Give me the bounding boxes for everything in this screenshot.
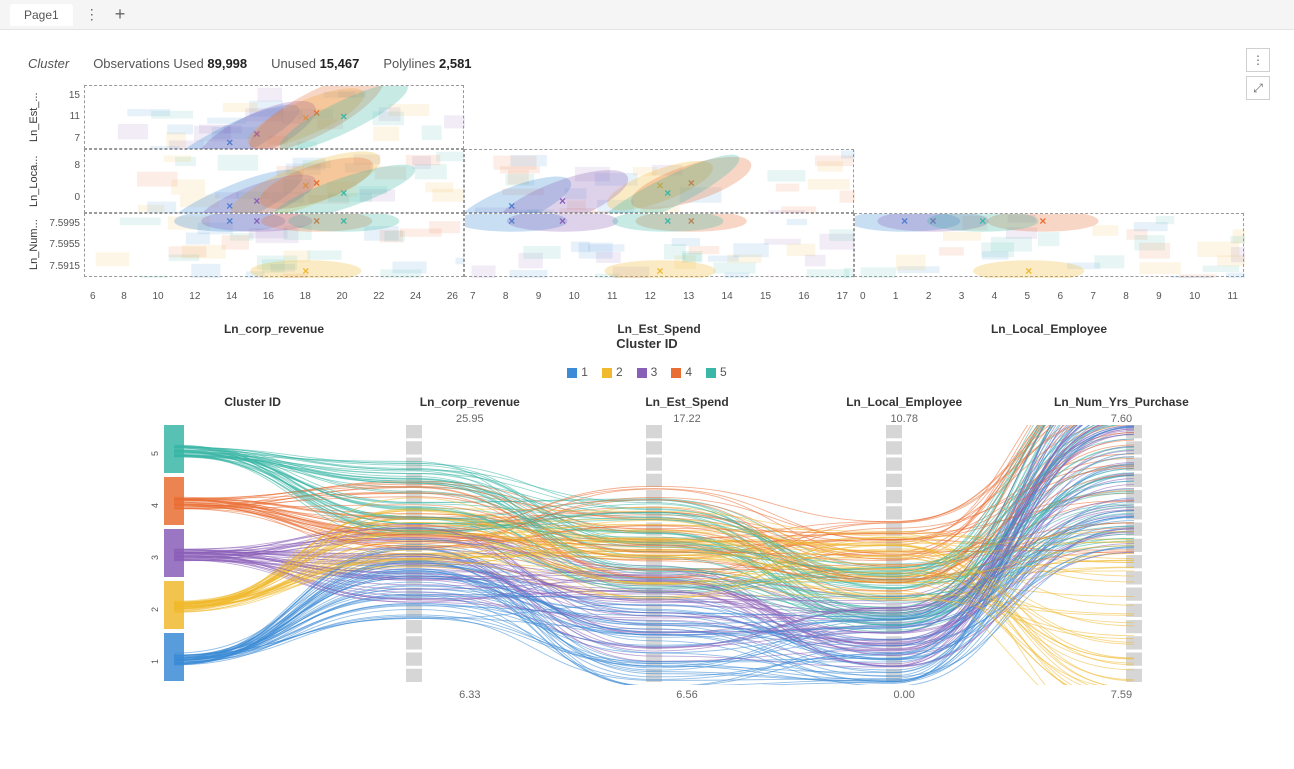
col-axis-ticks: 01234567891011 <box>854 289 1244 304</box>
tab-menu-icon[interactable]: ⋮ <box>77 6 107 23</box>
svg-text:×: × <box>656 264 663 278</box>
pc-axis-max: 7.60 <box>1013 413 1230 425</box>
matrix-cell[interactable]: ××××× <box>464 149 854 213</box>
row-axis-ticks: 15117 <box>40 85 84 149</box>
tab-page1[interactable]: Page1 <box>10 4 73 26</box>
svg-text:2: 2 <box>150 607 160 612</box>
matrix-cell[interactable]: ××××× <box>84 213 464 277</box>
svg-text:3: 3 <box>150 555 160 560</box>
pc-axis-header: Ln_Num_Yrs_Purchase <box>1013 395 1230 409</box>
row-axis-ticks: 80 <box>40 149 84 213</box>
more-options-icon[interactable]: ⋮ <box>1246 48 1270 72</box>
parallel-coords: Cluster IDLn_corp_revenueLn_Est_SpendLn_… <box>144 395 1230 701</box>
legend-item[interactable]: 5 <box>706 365 727 379</box>
pc-axis-header: Ln_Local_Employee <box>796 395 1013 409</box>
legend-item[interactable]: 4 <box>671 365 692 379</box>
svg-text:×: × <box>253 194 260 208</box>
matrix-cell[interactable]: ××××× <box>84 149 464 213</box>
col-axis-label: Ln_Local_Employee <box>854 322 1244 336</box>
pc-axis-min: 0.00 <box>796 689 1013 701</box>
svg-text:×: × <box>559 214 566 228</box>
chart-controls: ⋮ ⤢ <box>1246 48 1270 104</box>
pc-axis-min: 6.33 <box>361 689 578 701</box>
col-axis-ticks: 7891011121314151617 <box>464 289 854 304</box>
row-axis-ticks: 7.59957.59557.5915 <box>40 213 84 277</box>
pc-axis-min: 6.56 <box>578 689 795 701</box>
matrix-cell[interactable]: ××××× <box>84 85 464 149</box>
svg-text:×: × <box>340 186 347 200</box>
expand-icon[interactable]: ⤢ <box>1246 76 1270 100</box>
svg-text:×: × <box>1025 264 1032 278</box>
pc-axis-min <box>144 689 361 701</box>
col-axis-label: Ln_Est_Spend <box>464 322 854 336</box>
legend-title: Cluster ID <box>24 336 1270 351</box>
svg-text:×: × <box>979 214 986 228</box>
svg-text:×: × <box>253 214 260 228</box>
svg-text:4: 4 <box>150 503 160 508</box>
add-tab-icon[interactable]: + <box>107 4 134 25</box>
svg-text:×: × <box>1039 214 1046 228</box>
row-axis-label: Ln_Num... <box>24 213 40 277</box>
svg-text:5: 5 <box>150 451 160 456</box>
svg-text:×: × <box>664 214 671 228</box>
col-axis-label: Ln_corp_revenue <box>84 322 464 336</box>
cluster-legend: 12345 <box>24 365 1270 379</box>
pc-axis-header: Ln_corp_revenue <box>361 395 578 409</box>
row-axis-label: Ln_Est_... <box>24 85 40 149</box>
matrix-cell[interactable]: ××××× <box>854 213 1244 277</box>
summary-header: Cluster Observations Used 89,998 Unused … <box>24 48 1270 85</box>
pc-axis-max: 25.95 <box>361 413 578 425</box>
parallel-coords-chart[interactable]: 5 4 3 2 1 <box>144 425 1164 685</box>
pc-axis-header: Ln_Est_Spend <box>578 395 795 409</box>
svg-text:×: × <box>340 110 347 124</box>
cluster-title: Cluster <box>28 56 69 71</box>
obs-unused: Unused 15,467 <box>271 56 359 71</box>
pc-axis-max <box>144 413 361 425</box>
matrix-cell[interactable]: ××××× <box>464 213 854 277</box>
row-axis-label: Ln_Loca... <box>24 149 40 213</box>
svg-text:1: 1 <box>150 659 160 664</box>
svg-text:×: × <box>340 214 347 228</box>
pc-axis-max: 17.22 <box>578 413 795 425</box>
obs-used: Observations Used 89,998 <box>93 56 247 71</box>
col-axis-ticks: 68101214161820222426 <box>84 289 464 304</box>
legend-item[interactable]: 2 <box>602 365 623 379</box>
legend-item[interactable]: 3 <box>637 365 658 379</box>
svg-text:×: × <box>559 194 566 208</box>
polylines-count: Polylines 2,581 <box>383 56 471 71</box>
tab-bar: Page1 ⋮ + <box>0 0 1294 30</box>
pc-axis-max: 10.78 <box>796 413 1013 425</box>
pc-axis-header: Cluster ID <box>144 395 361 409</box>
legend-item[interactable]: 1 <box>567 365 588 379</box>
svg-text:×: × <box>302 264 309 278</box>
svg-text:×: × <box>664 186 671 200</box>
pc-axis-min: 7.59 <box>1013 689 1230 701</box>
scatter-matrix: Ln_Est_...15117×××××Ln_Loca...80××××××××… <box>24 85 1270 336</box>
